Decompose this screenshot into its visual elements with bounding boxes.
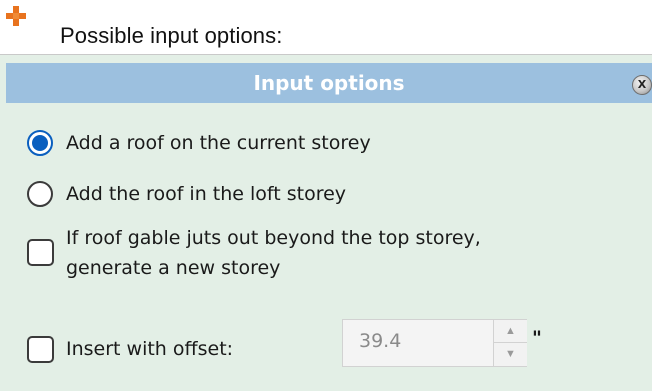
- dialog-title: Input options: [253, 71, 405, 95]
- triangle-down-icon[interactable]: ▼: [494, 343, 527, 365]
- label-generate-new-storey-line1[interactable]: If roof gable juts out beyond the top st…: [66, 225, 481, 251]
- checkbox-insert-with-offset[interactable]: [27, 336, 54, 363]
- radio-add-roof-loft-storey[interactable]: [27, 181, 53, 207]
- label-insert-with-offset[interactable]: Insert with offset:: [66, 336, 233, 362]
- dialog-titlebar[interactable]: Input options X: [6, 63, 652, 103]
- checkbox-generate-new-storey[interactable]: [27, 239, 54, 266]
- triangle-up-icon[interactable]: ▲: [494, 320, 527, 343]
- close-button[interactable]: X: [632, 75, 652, 95]
- offset-unit: ": [532, 327, 542, 349]
- radio-add-roof-current-storey[interactable]: [27, 130, 53, 156]
- input-options-dialog: Input options X Add a roof on the curren…: [0, 54, 652, 391]
- offset-input[interactable]: 39.4 ▲ ▼: [342, 319, 527, 367]
- offset-spinner[interactable]: ▲ ▼: [493, 320, 527, 366]
- plus-icon: [6, 6, 26, 26]
- label-add-roof-loft-storey[interactable]: Add the roof in the loft storey: [66, 181, 346, 207]
- label-generate-new-storey-line2[interactable]: generate a new storey: [66, 255, 280, 281]
- offset-value: 39.4: [359, 330, 402, 352]
- page-heading: Possible input options:: [60, 23, 283, 48]
- label-add-roof-current-storey[interactable]: Add a roof on the current storey: [66, 130, 371, 156]
